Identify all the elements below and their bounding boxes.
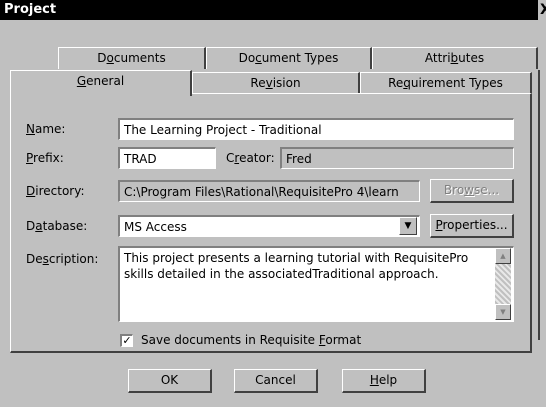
description-label: Description: xyxy=(26,252,99,266)
properties-button[interactable]: Properties... xyxy=(430,214,514,238)
tab-document-types[interactable]: Document Types xyxy=(206,47,372,69)
tab-requirement-types[interactable]: Requirement Types xyxy=(360,72,532,94)
tab-general[interactable]: General xyxy=(10,70,192,96)
scroll-up-icon[interactable]: ▲ xyxy=(495,248,511,264)
help-button[interactable]: Help xyxy=(342,369,426,393)
close-icon[interactable]: X xyxy=(538,0,546,20)
creator-field: Fred xyxy=(280,147,514,169)
scroll-down-icon[interactable]: ▼ xyxy=(495,304,511,320)
database-value: MS Access xyxy=(124,220,187,234)
directory-field: C:\Program Files\Rational\RequisitePro 4… xyxy=(118,180,420,202)
prefix-label: Prefix: xyxy=(26,151,64,165)
save-format-checkbox[interactable]: ✓ xyxy=(120,334,133,347)
tab-attributes[interactable]: Attributes xyxy=(372,47,538,69)
name-field[interactable]: The Learning Project - Traditional xyxy=(118,118,514,140)
directory-label: Directory: xyxy=(26,184,85,198)
database-label: Database: xyxy=(26,219,88,233)
creator-label: Creator: xyxy=(226,151,275,165)
tab-revision[interactable]: Revision xyxy=(192,72,360,94)
database-select[interactable]: MS Access xyxy=(118,215,420,237)
window-title: Project xyxy=(4,2,57,17)
description-textarea[interactable]: This project presents a learning tutoria… xyxy=(118,246,514,322)
chevron-down-icon[interactable]: ▼ xyxy=(399,217,417,235)
cancel-button[interactable]: Cancel xyxy=(234,369,318,393)
description-scrollbar[interactable]: ▲ ▼ xyxy=(495,248,511,320)
ok-button[interactable]: OK xyxy=(128,369,212,393)
back-tab-edge xyxy=(534,70,540,340)
tab-documents[interactable]: Documents xyxy=(58,47,206,69)
browse-button[interactable]: Browse... xyxy=(430,179,514,203)
save-format-label: Save documents in Requisite Format xyxy=(141,333,362,347)
prefix-field[interactable]: TRAD xyxy=(118,147,216,169)
title-bar: Project X xyxy=(0,0,546,20)
name-label: Name: xyxy=(26,122,66,136)
